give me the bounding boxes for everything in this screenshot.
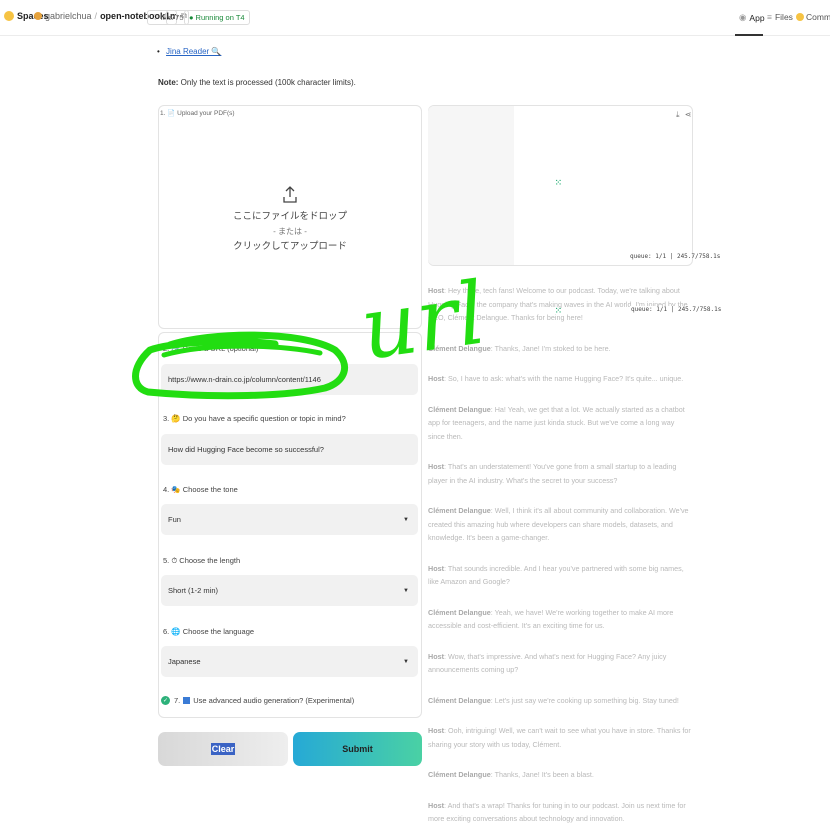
transcript-line: Clément Delangue: Let's just say we're c… xyxy=(428,695,679,705)
running-dot-icon: ● xyxy=(189,13,194,22)
language-select[interactable]: Japanese ▼ xyxy=(161,646,418,677)
question-label: 3. 🤔 Do you have a specific question or … xyxy=(163,414,346,423)
audio-player-area xyxy=(428,106,514,265)
audio-actions: ⤓ ⋖ xyxy=(676,110,691,120)
transcript-line: Host: Wow, that's impressive. And what's… xyxy=(428,651,667,675)
language-label: 6. 🌐 Choose the language xyxy=(163,627,255,636)
transcript-line: Clément Delangue: Yeah, we have! We're w… xyxy=(428,607,674,631)
length-label: 5. ⏱ Choose the length xyxy=(163,556,241,565)
transcript-line: Clément Delangue: Thanks, Jane! I'm stok… xyxy=(428,343,611,353)
transcript-line: Host: So, I have to ask: what's with the… xyxy=(428,374,684,383)
tab-app[interactable]: ◉ App xyxy=(739,12,765,23)
heart-icon: ♡ xyxy=(152,13,159,22)
tone-label: 4. 🎭 Choose the tone xyxy=(163,485,238,494)
url-label: 2. 🔗 Paste a URL (optional) xyxy=(163,344,259,353)
chevron-down-icon: ▼ xyxy=(403,516,409,523)
tone-select[interactable]: Fun ▼ xyxy=(161,504,418,535)
active-tab-indicator xyxy=(735,34,763,36)
bullet: • xyxy=(157,47,160,56)
transcript-line: Clément Delangue: Ha! Yeah, we get that … xyxy=(428,404,685,441)
tab-community[interactable]: Communi xyxy=(796,12,830,22)
transcript-line: Host: That sounds incredible. And I hear… xyxy=(428,563,684,587)
spaces-logo-icon xyxy=(4,11,14,21)
transcript-output: Host: Hey there, tech fans! Welcome to o… xyxy=(428,284,693,830)
length-select[interactable]: Short (1-2 min) ▼ xyxy=(161,575,418,606)
tab-files[interactable]: ≡ Files xyxy=(767,12,793,22)
transcript-line: Host: Hey there, tech fans! Welcome to o… xyxy=(428,286,688,322)
download-icon[interactable]: ⤓ xyxy=(676,110,680,119)
status-badge: ● Running on T4 xyxy=(184,10,250,25)
transcript-line: Clément Delangue: Well, I think it's all… xyxy=(428,506,689,542)
transcript-line: Clément Delangue: Thanks, Jane! It's bee… xyxy=(428,770,594,779)
chevron-down-icon: ▼ xyxy=(403,587,409,594)
checkbox-square-icon xyxy=(183,697,191,704)
owner-avatar xyxy=(34,12,42,20)
note-text: Note: Only the text is processed (100k c… xyxy=(158,78,356,87)
app-icon: ◉ xyxy=(739,12,747,22)
clear-button[interactable]: Clear xyxy=(158,732,288,766)
upload-or-text: - または - xyxy=(273,227,307,236)
transcript-line: Host: Ooh, intriguing! Well, we can't wa… xyxy=(428,726,691,749)
transcript-line: Host: And that's a wrap! Thanks for tuni… xyxy=(428,800,686,824)
chevron-down-icon: ▼ xyxy=(403,658,409,665)
jina-reader-item: • Jina Reader 🔍 xyxy=(157,47,221,56)
breadcrumb-separator: / xyxy=(94,11,98,21)
advanced-audio-checkbox[interactable]: ✓ 7. Use advanced audio generation? (Exp… xyxy=(161,696,354,705)
check-icon: ✓ xyxy=(161,696,170,705)
queue-status: queue: 1/1 | 245.7/758.1s xyxy=(630,253,721,260)
loading-spinner-icon: ⁙ xyxy=(555,306,562,315)
share-icon[interactable]: ⋖ xyxy=(685,110,692,119)
transcript-line: Host: That's an understatement! You've g… xyxy=(428,462,677,485)
community-icon xyxy=(796,13,804,21)
top-bar: Spaces gabrielchua / open-notebook1m ⧉ ♡… xyxy=(0,0,830,36)
url-input[interactable]: https://www.n-drain.co.jp/column/content… xyxy=(161,364,418,395)
queue-status-overlay: queue: 1/1 | 245.7/758.1s xyxy=(630,306,723,313)
upload-label: 1. 📄 Upload your PDF(s) xyxy=(160,110,235,117)
loading-spinner-icon: ⁙ xyxy=(555,178,562,187)
upload-drop-text: ここにファイルをドロップ xyxy=(232,211,347,222)
files-icon: ≡ xyxy=(767,12,772,22)
upload-click-text: クリックしてアップロード xyxy=(233,241,347,252)
submit-button[interactable]: Submit xyxy=(293,732,422,766)
upload-icon xyxy=(283,186,297,203)
upload-instructions: ここにファイルをドロップ - または - クリックしてアップロード xyxy=(159,185,421,254)
question-input[interactable]: How did Hugging Face become so successfu… xyxy=(161,434,418,465)
owner-link[interactable]: gabrielchua xyxy=(45,11,92,21)
jina-reader-link[interactable]: Jina Reader 🔍 xyxy=(166,47,221,56)
